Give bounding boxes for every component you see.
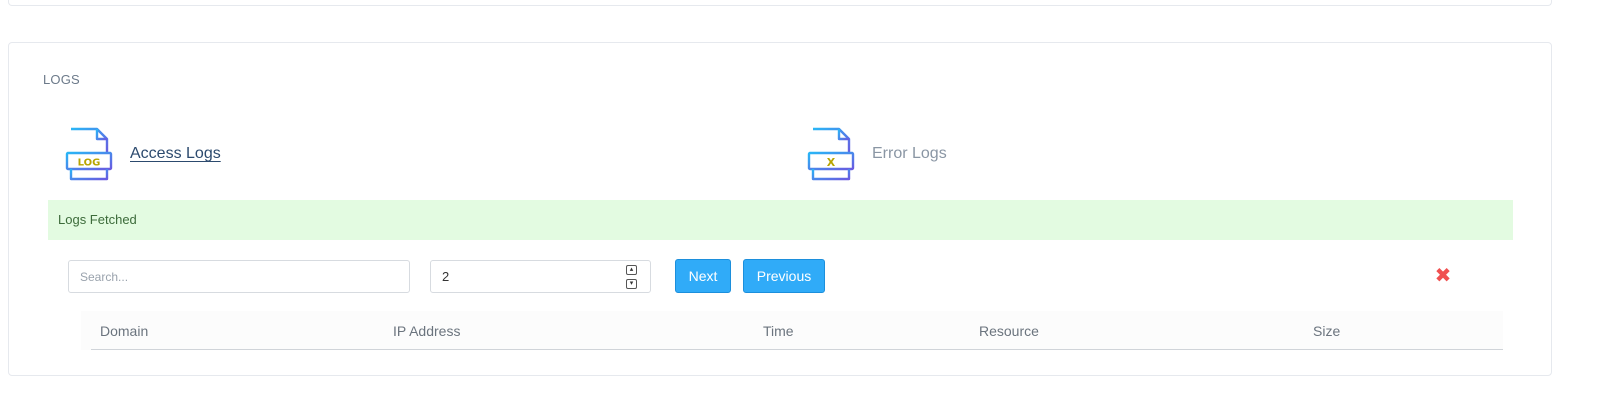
log-file-icon: LOG xyxy=(65,127,113,181)
logs-card: LOGS LOG Access Logs X Error Logs Logs F… xyxy=(8,42,1552,376)
error-logs-label: Error Logs xyxy=(872,145,947,162)
error-logs-link[interactable]: X Error Logs xyxy=(807,127,947,181)
column-domain: Domain xyxy=(100,323,149,339)
chevron-up-icon[interactable]: ▴ xyxy=(626,265,637,275)
column-size: Size xyxy=(1313,323,1341,339)
page-number-value: 2 xyxy=(442,269,450,284)
logs-fetched-alert: Logs Fetched xyxy=(48,200,1513,240)
column-resource: Resource xyxy=(979,323,1039,339)
access-logs-link[interactable]: LOG Access Logs xyxy=(65,127,221,181)
previous-card xyxy=(8,0,1552,6)
column-time: Time xyxy=(763,323,794,339)
header-divider xyxy=(91,349,1503,350)
logs-title: LOGS xyxy=(43,72,80,87)
close-icon[interactable]: ✖ xyxy=(1433,265,1453,285)
search-input[interactable] xyxy=(68,260,410,293)
access-logs-label: Access Logs xyxy=(130,145,221,162)
column-ip-address: IP Address xyxy=(393,323,461,339)
previous-button[interactable]: Previous xyxy=(743,259,825,293)
svg-text:LOG: LOG xyxy=(78,158,101,169)
error-file-icon: X xyxy=(807,127,855,181)
logs-table-header: Domain IP Address Time Resource Size xyxy=(81,311,1503,350)
page-number-input[interactable]: 2 ▴ ▾ xyxy=(430,260,651,293)
chevron-down-icon[interactable]: ▾ xyxy=(626,279,637,289)
svg-text:X: X xyxy=(827,156,836,169)
next-button[interactable]: Next xyxy=(675,259,731,293)
page-stepper[interactable]: ▴ ▾ xyxy=(626,265,638,289)
